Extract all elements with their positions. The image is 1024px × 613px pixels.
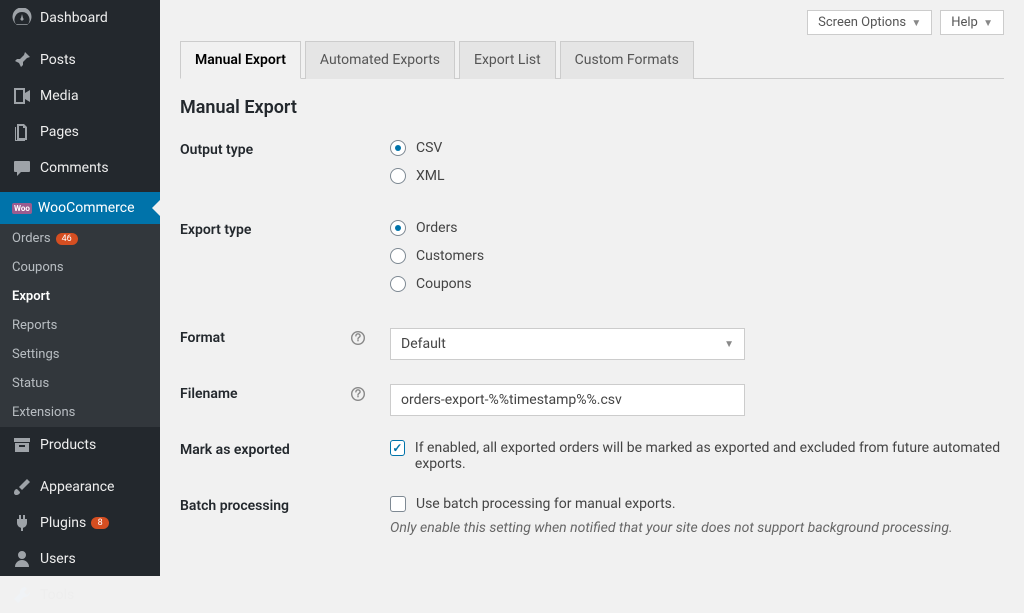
submenu-extensions[interactable]: Extensions [0,398,160,427]
main-content: Screen Options ▼ Help ▼ Manual Export Au… [160,0,1024,576]
export-type-label: Export type [180,220,390,238]
tab-manual-export[interactable]: Manual Export [180,41,301,79]
sidebar-item-tools[interactable]: Tools [0,577,160,613]
woo-icon: Woo [12,203,32,214]
comment-icon [12,158,32,178]
screen-options-button[interactable]: Screen Options ▼ [807,10,932,35]
format-label: Format [180,330,225,346]
archive-icon [12,435,32,455]
sidebar-label: Products [40,437,96,453]
mark-exported-label: Mark as exported [180,440,390,458]
sidebar-label: Appearance [40,479,114,495]
sidebar-label: Dashboard [40,10,108,26]
admin-sidebar: Dashboard Posts Media Pages Comments Woo… [0,0,160,576]
brush-icon [12,477,32,497]
sidebar-item-plugins[interactable]: Plugins 8 [0,505,160,541]
caret-down-icon: ▼ [983,18,993,29]
sidebar-label: Plugins [40,515,86,531]
pages-icon [12,122,32,142]
radio-xml[interactable] [390,168,406,184]
radio-customers[interactable] [390,248,406,264]
media-icon [12,86,32,106]
caret-down-icon: ▼ [724,339,734,350]
sidebar-item-media[interactable]: Media [0,78,160,114]
sidebar-label: Pages [40,124,79,140]
submenu-coupons[interactable]: Coupons [0,253,160,282]
sidebar-label: WooCommerce [38,200,135,216]
sidebar-item-posts[interactable]: Posts [0,42,160,78]
submenu-export[interactable]: Export [0,282,160,311]
mark-exported-checkbox[interactable] [390,440,405,456]
export-tabs: Manual Export Automated Exports Export L… [180,41,1004,79]
caret-down-icon: ▼ [911,18,921,29]
output-type-label: Output type [180,140,390,158]
submenu-settings[interactable]: Settings [0,340,160,369]
sidebar-item-dashboard[interactable]: Dashboard [0,0,160,36]
format-select[interactable]: Default ▼ [390,328,745,360]
batch-note: Only enable this setting when notified t… [390,520,1004,536]
tab-automated-exports[interactable]: Automated Exports [305,41,455,79]
plug-icon [12,513,32,533]
sidebar-item-pages[interactable]: Pages [0,114,160,150]
woocommerce-submenu: Orders46 Coupons Export Reports Settings… [0,224,160,427]
filename-label: Filename [180,386,238,402]
sidebar-item-users[interactable]: Users [0,541,160,577]
sidebar-item-comments[interactable]: Comments [0,150,160,186]
wrench-icon [12,585,32,605]
page-title: Manual Export [180,97,1004,118]
help-button[interactable]: Help ▼ [940,10,1004,35]
sidebar-label: Tools [40,587,74,603]
sidebar-label: Media [40,88,79,104]
tab-custom-formats[interactable]: Custom Formats [560,41,694,79]
radio-orders[interactable] [390,220,406,236]
help-icon[interactable] [350,330,366,346]
sidebar-label: Posts [40,52,76,68]
tab-export-list[interactable]: Export List [459,41,556,79]
sidebar-label: Users [40,551,76,567]
user-icon [12,549,32,569]
help-icon[interactable] [350,386,366,402]
submenu-reports[interactable]: Reports [0,311,160,340]
radio-coupons[interactable] [390,276,406,292]
sidebar-item-products[interactable]: Products [0,427,160,463]
sidebar-item-woocommerce[interactable]: Woo WooCommerce [0,192,160,224]
top-actions: Screen Options ▼ Help ▼ [180,10,1004,35]
filename-input[interactable] [390,384,745,416]
batch-checkbox[interactable] [390,496,406,512]
gauge-icon [12,8,32,28]
submenu-status[interactable]: Status [0,369,160,398]
sidebar-item-appearance[interactable]: Appearance [0,469,160,505]
plugins-badge: 8 [91,517,109,529]
orders-badge: 46 [56,233,78,245]
submenu-orders[interactable]: Orders46 [0,224,160,253]
batch-label: Batch processing [180,496,390,514]
sidebar-label: Comments [40,160,109,176]
radio-csv[interactable] [390,140,406,156]
pin-icon [12,50,32,70]
